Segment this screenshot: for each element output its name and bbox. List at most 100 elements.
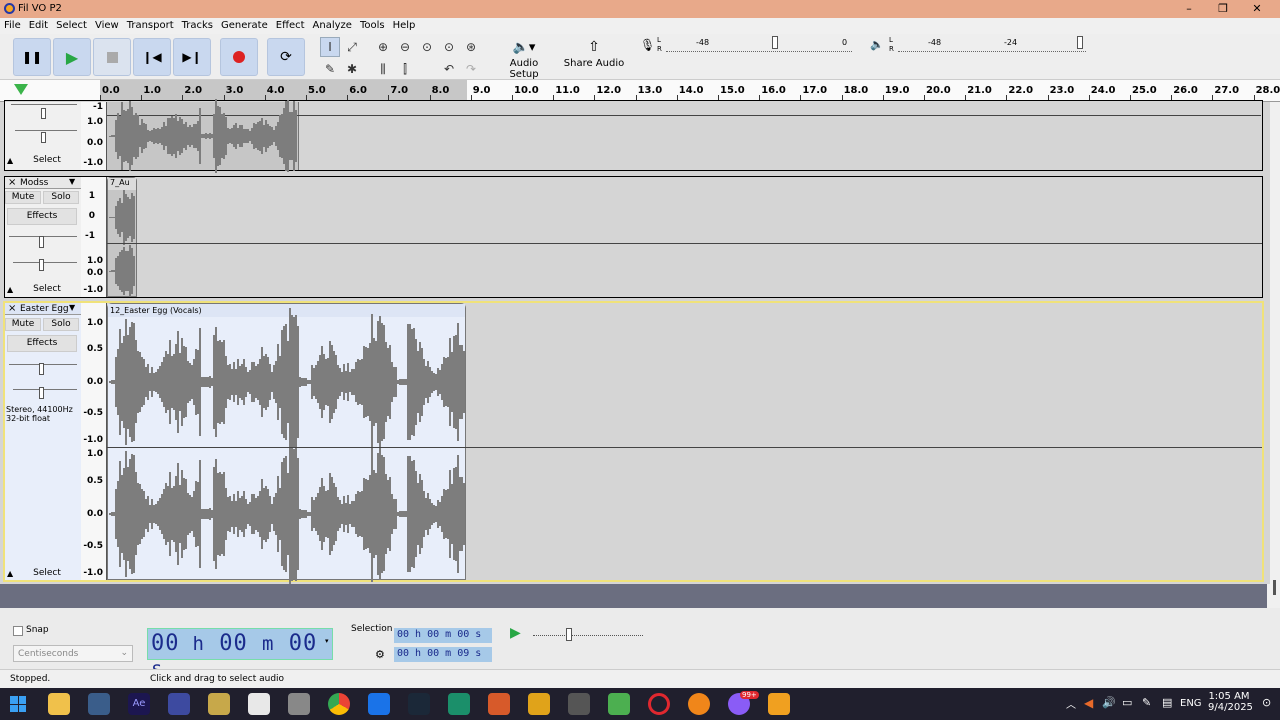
- fit-selection-button[interactable]: ⊙: [417, 37, 437, 57]
- clip-title[interactable]: 7_Au: [108, 178, 136, 190]
- play-at-speed-button[interactable]: ▶: [510, 625, 521, 641]
- notification-center-icon[interactable]: ⊙: [1262, 696, 1271, 709]
- selection-tool[interactable]: I: [320, 37, 340, 57]
- redo-button[interactable]: ↷: [461, 59, 481, 79]
- clip-7-au[interactable]: 7_Au: [107, 177, 137, 297]
- gain-slider[interactable]: [11, 104, 77, 105]
- chevron-up-icon[interactable]: ︿: [1066, 696, 1076, 711]
- play-button[interactable]: ▶: [53, 38, 91, 76]
- collapse-track-icon[interactable]: ▲: [7, 285, 13, 294]
- collapse-track-icon[interactable]: ▲: [7, 569, 13, 578]
- track-select-button[interactable]: Select: [21, 284, 73, 294]
- menu-view[interactable]: View: [91, 18, 123, 33]
- fit-project-button[interactable]: ⊙: [439, 37, 459, 57]
- track-name[interactable]: Easter Egg: [20, 304, 69, 314]
- close-track-icon[interactable]: ×: [8, 303, 16, 314]
- app-icon[interactable]: [528, 693, 550, 715]
- app-icon[interactable]: [208, 693, 230, 715]
- recording-meter[interactable]: -48 0: [666, 36, 852, 52]
- selection-end-field[interactable]: 00 h 00 m 09 s: [394, 647, 492, 662]
- tray-app-icon[interactable]: ◀: [1084, 696, 1093, 710]
- loop-button[interactable]: ⟳: [267, 38, 305, 76]
- app-icon[interactable]: [608, 693, 630, 715]
- app-icon[interactable]: [288, 693, 310, 715]
- opera-icon[interactable]: [648, 693, 670, 715]
- app-icon[interactable]: [688, 693, 710, 715]
- multi-tool[interactable]: ✱: [342, 59, 362, 79]
- track-menu-dropdown-icon[interactable]: ▼: [69, 303, 75, 312]
- vertical-scroll-thumb[interactable]: [1273, 580, 1276, 595]
- clip-easter-egg-vocals[interactable]: 12_Easter Egg (Vocals): [107, 303, 466, 589]
- app-icon[interactable]: [488, 693, 510, 715]
- track-select-button[interactable]: Select: [21, 568, 73, 578]
- gear-icon[interactable]: ⚙: [375, 648, 385, 661]
- app-icon[interactable]: [448, 693, 470, 715]
- time-format-dropdown-icon[interactable]: ▾: [325, 637, 329, 645]
- gain-thumb[interactable]: [39, 363, 44, 375]
- rec-volume-slider[interactable]: [772, 36, 778, 49]
- play-head-triangle-icon[interactable]: [14, 84, 28, 95]
- clock[interactable]: 1:05 AM 9/4/2025: [1208, 691, 1253, 713]
- selection-start-field[interactable]: 00 h 00 m 00 s: [394, 628, 492, 643]
- search-icon[interactable]: [768, 693, 790, 715]
- minimize-button[interactable]: –: [1172, 0, 1206, 18]
- menu-transport[interactable]: Transport: [123, 18, 178, 33]
- effects-button[interactable]: Effects: [7, 335, 77, 352]
- calendar-icon[interactable]: [248, 693, 270, 715]
- pan-thumb[interactable]: [41, 132, 46, 143]
- close-track-icon[interactable]: ×: [8, 177, 16, 188]
- draw-tool[interactable]: ✎: [320, 59, 340, 79]
- skip-start-button[interactable]: ❙◀: [133, 38, 171, 76]
- zoom-toggle-button[interactable]: ⊛: [461, 37, 481, 57]
- mute-button[interactable]: Mute: [5, 318, 41, 331]
- time-display[interactable]: 00 h 00 m 00 s ▾: [147, 628, 333, 680]
- envelope-tool[interactable]: ⤢: [342, 37, 362, 57]
- pan-slider[interactable]: [13, 389, 77, 390]
- maximize-button[interactable]: ❐: [1206, 0, 1240, 18]
- audacity-taskbar-icon[interactable]: [168, 693, 190, 715]
- volume-icon[interactable]: 🔊: [1102, 696, 1116, 709]
- track-header[interactable]: × Modss ▼: [5, 177, 81, 189]
- menu-edit[interactable]: Edit: [25, 18, 52, 33]
- track-name[interactable]: Modss: [20, 178, 48, 188]
- mute-button[interactable]: Mute: [5, 191, 41, 204]
- chrome-icon[interactable]: [328, 693, 350, 715]
- skip-end-button[interactable]: ▶❙: [173, 38, 211, 76]
- play-speed-thumb[interactable]: [566, 628, 572, 641]
- pan-thumb[interactable]: [39, 259, 44, 271]
- record-button[interactable]: [220, 38, 258, 76]
- track-select-button[interactable]: Select: [21, 155, 73, 165]
- solo-button[interactable]: Solo: [43, 318, 79, 331]
- file-explorer-icon[interactable]: [48, 693, 70, 715]
- network-icon[interactable]: ▭: [1122, 696, 1132, 709]
- menu-select[interactable]: Select: [52, 18, 91, 33]
- vertical-scrollbar[interactable]: [1270, 102, 1280, 608]
- menu-generate[interactable]: Generate: [217, 18, 272, 33]
- track-menu-dropdown-icon[interactable]: ▼: [69, 177, 75, 186]
- steam-icon[interactable]: [408, 693, 430, 715]
- play-speed-slider[interactable]: [533, 635, 643, 636]
- zoom-in-button[interactable]: ⊕: [373, 37, 393, 57]
- effects-button[interactable]: Effects: [7, 208, 77, 225]
- trim-audio-button[interactable]: ⫼: [373, 59, 393, 79]
- undo-button[interactable]: ↶: [439, 59, 459, 79]
- play-volume-slider[interactable]: [1077, 36, 1083, 49]
- keyboard-icon[interactable]: ▤: [1162, 696, 1172, 709]
- track-header[interactable]: × Easter Egg ▼: [5, 303, 81, 315]
- zoom-out-button[interactable]: ⊖: [395, 37, 415, 57]
- audio-setup-button[interactable]: 🔈▾ Audio Setup: [494, 36, 554, 80]
- menu-tools[interactable]: Tools: [356, 18, 389, 33]
- language-indicator[interactable]: ENG: [1180, 698, 1202, 709]
- menu-file[interactable]: File: [0, 18, 25, 33]
- clip-title[interactable]: 12_Easter Egg (Vocals): [108, 304, 465, 317]
- snap-unit-dropdown[interactable]: Centiseconds ⌄: [13, 645, 133, 662]
- collapse-track-icon[interactable]: ▲: [7, 156, 17, 165]
- menu-help[interactable]: Help: [389, 18, 420, 33]
- after-effects-icon[interactable]: Ae: [128, 693, 150, 715]
- windows-start-icon[interactable]: [10, 696, 26, 712]
- gain-thumb[interactable]: [39, 236, 44, 248]
- close-window-button[interactable]: ✕: [1240, 0, 1274, 18]
- menu-effect[interactable]: Effect: [272, 18, 309, 33]
- pause-button[interactable]: ❚❚: [13, 38, 51, 76]
- share-audio-button[interactable]: ⇧ Share Audio: [563, 36, 625, 78]
